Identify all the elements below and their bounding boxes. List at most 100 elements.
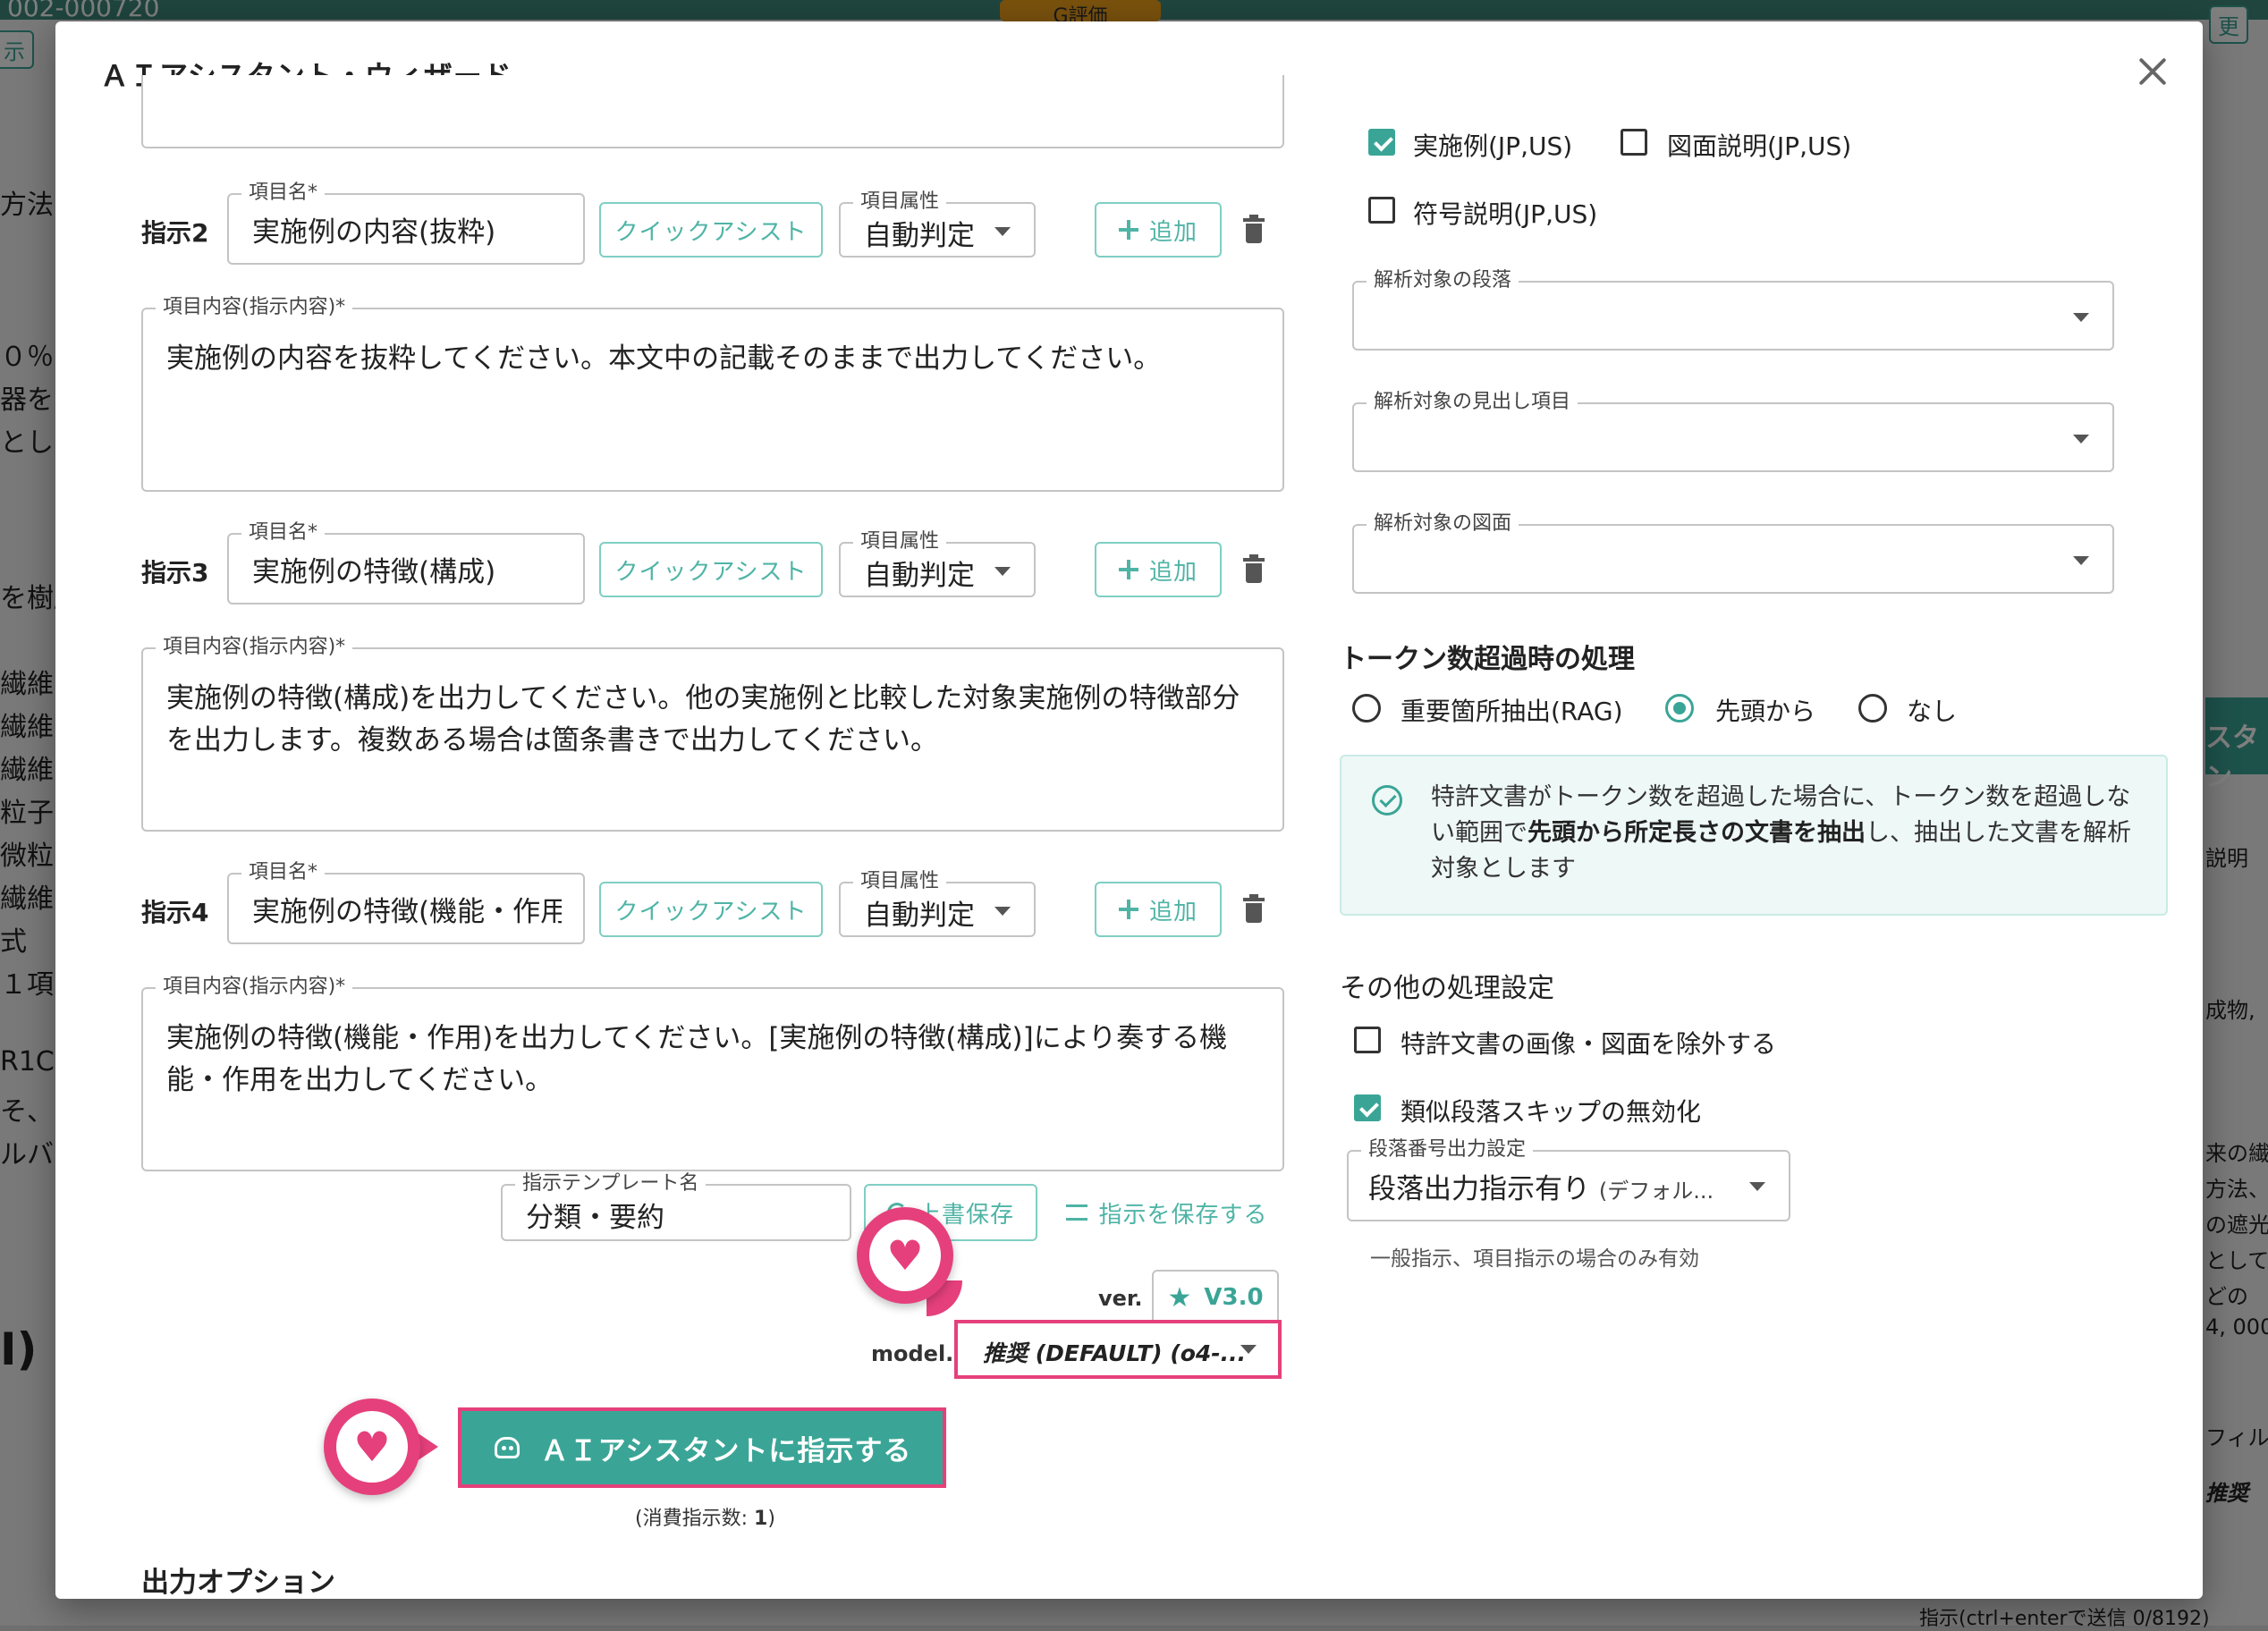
field-legend: 項目名* xyxy=(241,862,326,883)
token-overflow-info: 特許文書がトークン数を超過した場合に、トークン数を超過しない範囲で先頭から所定長… xyxy=(1340,755,2168,916)
field-value: 自動判定 xyxy=(864,900,975,932)
consume-prefix: (消費指示数: xyxy=(635,1508,754,1530)
submit-ai-instruction-button[interactable]: ＡＩアシスタントに指示する xyxy=(458,1407,946,1488)
close-button[interactable] xyxy=(2135,54,2171,89)
checkbox-exclude-images[interactable] xyxy=(1354,1027,1381,1053)
item-attribute-select[interactable]: 項目属性 自動判定 xyxy=(839,531,1036,597)
item-content-textarea[interactable]: 項目内容(指示内容)* 実施例の特徴(構成)を出力してください。他の実施例と比較… xyxy=(141,637,1284,832)
checkbox-disable-similar-skip[interactable] xyxy=(1354,1094,1381,1121)
field-legend: 項目内容(指示内容)* xyxy=(156,637,353,658)
item-name-input[interactable]: 項目名* 実施例の特徴(構成) xyxy=(227,522,585,604)
consume-count: 1 xyxy=(754,1508,768,1530)
textarea-value: 実施例の特徴(機能・作用)を出力してください。[実施例の特徴(構成)]により奏す… xyxy=(166,1022,1228,1096)
model-select[interactable]: 推奨 (DEFAULT) (o4-... xyxy=(954,1320,1282,1379)
checkbox-reference-description[interactable] xyxy=(1368,197,1395,224)
heart-icon: ♥ xyxy=(869,1220,941,1291)
star-icon: ★ xyxy=(1167,1281,1192,1314)
checkbox-label: 類似段落スキップの無効化 xyxy=(1401,1097,1702,1127)
add-button[interactable]: 追加 xyxy=(1095,882,1222,937)
model-label: model. xyxy=(871,1341,954,1366)
target-paragraph-select[interactable]: 解析対象の段落 xyxy=(1352,270,2114,351)
field-legend: 項目名* xyxy=(241,182,326,204)
radio-label: なし xyxy=(1907,697,1958,726)
instruction-label: 指示3 xyxy=(141,558,209,587)
trash-icon[interactable] xyxy=(1241,215,1266,245)
paragraph-number-hint: 一般指示、項目指示の場合のみ有効 xyxy=(1370,1247,1699,1271)
paragraph-number-select[interactable]: 段落番号出力設定 段落出力指示有り (デフォル... xyxy=(1347,1139,1790,1221)
version-label: ver. xyxy=(1098,1286,1143,1311)
field-value: 分類・要約 xyxy=(526,1202,664,1234)
field-legend: 項目属性 xyxy=(853,191,947,213)
add-button[interactable]: 追加 xyxy=(1095,542,1222,597)
quick-assist-button[interactable]: クイックアシスト xyxy=(599,202,823,258)
add-button[interactable]: 追加 xyxy=(1095,202,1222,258)
textarea-value: 実施例の内容を抜粋してください。本文中の記載そのままで出力してください。 xyxy=(166,342,1162,375)
version-button[interactable]: ★ V3.0 xyxy=(1152,1270,1279,1325)
model-value: 推奨 (DEFAULT) (o4-... xyxy=(983,1340,1247,1366)
chevron-down-icon xyxy=(2073,313,2089,322)
consume-suffix: ) xyxy=(767,1508,775,1530)
chevron-down-icon xyxy=(994,567,1011,576)
instruction-1-content-field[interactable] xyxy=(141,75,1284,148)
item-attribute-select[interactable]: 項目属性 自動判定 xyxy=(839,871,1036,937)
item-name-input[interactable]: 項目名* 実施例の特徴(機能・作用 xyxy=(227,862,585,944)
info-text: 特許文書がトークン数を超過した場合に、トークン数を超過しない範囲で先頭から所定長… xyxy=(1431,783,2131,883)
quick-assist-button[interactable]: クイックアシスト xyxy=(599,542,823,597)
checkbox-figure-description[interactable] xyxy=(1621,129,1647,156)
instruction-label: 指示4 xyxy=(141,898,209,927)
template-name-input[interactable]: 指示テンプレート名 分類・要約 xyxy=(501,1173,851,1241)
version-value: V3.0 xyxy=(1204,1284,1264,1311)
robot-icon xyxy=(493,1433,521,1462)
chevron-down-icon xyxy=(1749,1182,1765,1191)
chevron-down-icon xyxy=(994,227,1011,236)
chevron-down-icon xyxy=(1240,1345,1257,1354)
other-settings-title: その他の処理設定 xyxy=(1340,973,1554,1004)
item-name-input[interactable]: 項目名* 実施例の内容(抜粋) xyxy=(227,182,585,265)
radio-none[interactable] xyxy=(1858,694,1887,723)
output-options-title: 出力オプション xyxy=(141,1567,335,1599)
field-legend: 指示テンプレート名 xyxy=(515,1173,707,1195)
field-value: 実施例の特徴(機能・作用 xyxy=(252,896,562,928)
item-content-textarea[interactable]: 項目内容(指示内容)* 実施例の特徴(機能・作用)を出力してください。[実施例の… xyxy=(141,976,1284,1171)
target-heading-select[interactable]: 解析対象の見出し項目 xyxy=(1352,392,2114,472)
field-legend: 項目内容(指示内容)* xyxy=(156,297,353,318)
chevron-down-icon xyxy=(2073,556,2089,565)
checkbox-label: 実施例(JP,US) xyxy=(1413,131,1573,161)
checkbox-label: 符号説明(JP,US) xyxy=(1413,199,1598,229)
field-legend: 段落番号出力設定 xyxy=(1361,1139,1534,1161)
checkbox-label: 特許文書の画像・図面を除外する xyxy=(1401,1029,1777,1059)
plus-icon xyxy=(1118,560,1138,579)
field-value: 自動判定 xyxy=(864,560,975,592)
chevron-down-icon xyxy=(994,907,1011,916)
checkbox-embodiment[interactable] xyxy=(1368,129,1395,156)
consume-count-text: (消費指示数: 1) xyxy=(635,1502,775,1531)
radio-label: 重要箇所抽出(RAG) xyxy=(1401,697,1623,726)
checkbox-label: 図面説明(JP,US) xyxy=(1667,131,1852,161)
field-value: 実施例の内容(抜粋) xyxy=(252,216,496,249)
radio-from-start[interactable] xyxy=(1665,694,1694,723)
field-legend: 項目属性 xyxy=(853,531,947,553)
item-content-textarea[interactable]: 項目内容(指示内容)* 実施例の内容を抜粋してください。本文中の記載そのままで出… xyxy=(141,297,1284,492)
submit-label: ＡＩアシスタントに指示する xyxy=(540,1434,912,1467)
plus-icon xyxy=(1118,220,1138,240)
add-label: 追加 xyxy=(1148,218,1197,246)
save-instruction-button[interactable]: 指示を保存する xyxy=(1055,1184,1279,1241)
field-value: 段落出力指示有り (デフォル... xyxy=(1368,1173,1714,1205)
radio-rag[interactable] xyxy=(1352,694,1381,723)
field-value: 実施例の特徴(構成) xyxy=(252,556,496,588)
heart-icon: ♥ xyxy=(336,1411,408,1483)
field-legend: 項目名* xyxy=(241,522,326,544)
token-overflow-title: トークン数超過時の処理 xyxy=(1340,644,1635,675)
radio-label: 先頭から xyxy=(1715,697,1816,726)
trash-icon[interactable] xyxy=(1241,554,1266,585)
pointer-marker: ♥ xyxy=(857,1207,962,1316)
plus-icon xyxy=(1118,900,1138,919)
save-instruction-label: 指示を保存する xyxy=(1098,1201,1268,1229)
trash-icon[interactable] xyxy=(1241,894,1266,925)
playlist-add-icon xyxy=(1066,1204,1088,1221)
quick-assist-button[interactable]: クイックアシスト xyxy=(599,882,823,937)
field-value: 自動判定 xyxy=(864,220,975,252)
field-legend: 解析対象の見出し項目 xyxy=(1367,392,1578,413)
item-attribute-select[interactable]: 項目属性 自動判定 xyxy=(839,191,1036,258)
target-figure-select[interactable]: 解析対象の図面 xyxy=(1352,513,2114,594)
